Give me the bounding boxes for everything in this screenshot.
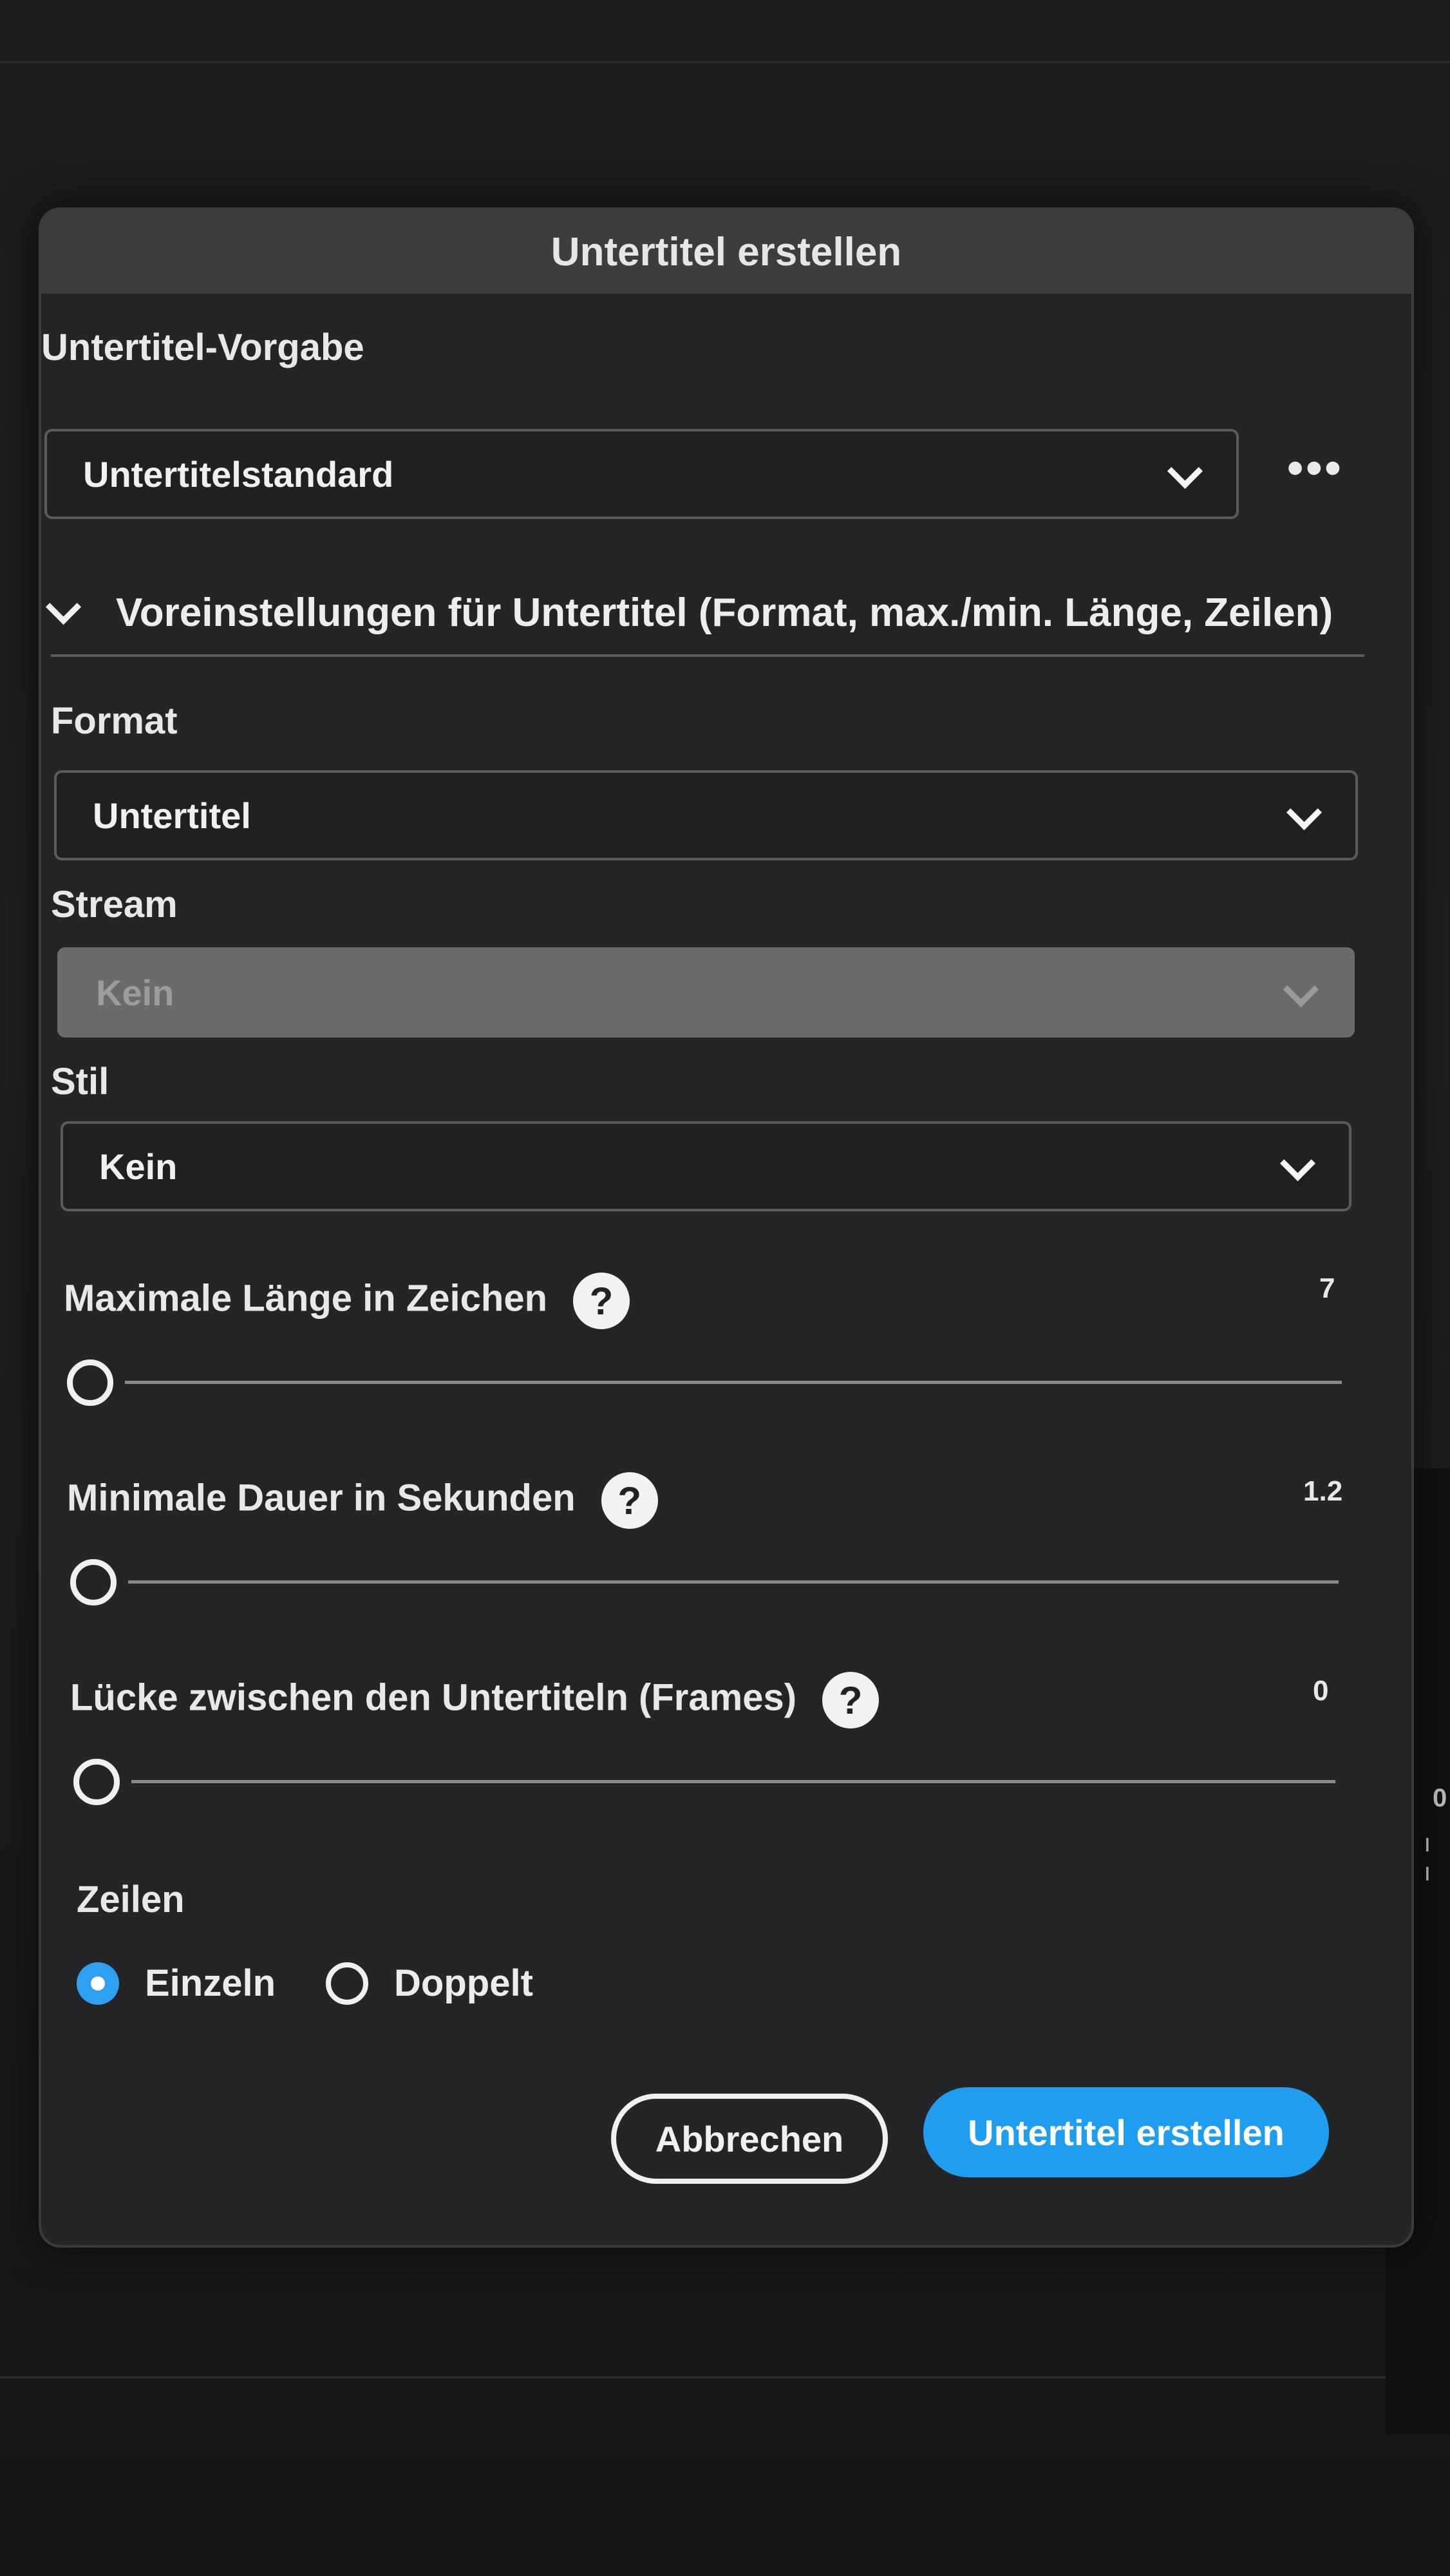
chevron-down-icon xyxy=(1286,794,1323,831)
section-divider xyxy=(51,654,1364,657)
format-select[interactable]: Untertitel xyxy=(54,770,1358,860)
stream-label: Stream xyxy=(51,884,178,925)
min-duration-value: 1.2 xyxy=(1303,1475,1343,1507)
chevron-down-icon xyxy=(45,589,82,625)
dialog-titlebar: Untertitel erstellen xyxy=(41,210,1411,294)
max-length-value: 7 xyxy=(1319,1273,1335,1304)
stream-select-value: Kein xyxy=(96,972,174,1013)
section-title: Voreinstellungen für Untertitel (Format,… xyxy=(116,591,1333,635)
cancel-button[interactable]: Abbrechen xyxy=(611,2094,888,2184)
stream-select: Kein xyxy=(57,947,1355,1037)
create-captions-button[interactable]: Untertitel erstellen xyxy=(923,2087,1329,2177)
gap-slider-track[interactable] xyxy=(131,1780,1335,1783)
gap-label: Lücke zwischen den Untertiteln (Frames)? xyxy=(70,1672,880,1728)
preset-select-value: Untertitelstandard xyxy=(83,453,394,495)
help-icon[interactable]: ? xyxy=(573,1273,630,1329)
radio-dot-icon xyxy=(91,1976,105,1991)
style-label: Stil xyxy=(51,1061,109,1103)
preset-label: Untertitel-Vorgabe xyxy=(41,327,364,368)
chevron-down-icon xyxy=(1279,1145,1316,1182)
preset-select[interactable]: Untertitelstandard xyxy=(44,429,1239,519)
format-label: Format xyxy=(51,700,178,742)
style-select[interactable]: Kein xyxy=(61,1121,1351,1211)
more-options-button[interactable]: ••• xyxy=(1287,442,1344,495)
dialog-title: Untertitel erstellen xyxy=(551,229,902,274)
radio-single[interactable] xyxy=(77,1962,119,2005)
help-icon[interactable]: ? xyxy=(601,1472,658,1529)
caption-settings-toggle[interactable]: Voreinstellungen für Untertitel (Format,… xyxy=(45,589,1333,636)
chevron-down-icon xyxy=(1167,453,1203,489)
gap-value: 0 xyxy=(1313,1675,1329,1707)
background-divider xyxy=(0,61,1450,63)
help-icon[interactable]: ? xyxy=(822,1672,880,1728)
radio-single-label[interactable]: Einzeln xyxy=(145,1962,276,2005)
max-length-slider-track[interactable] xyxy=(125,1381,1342,1384)
radio-double-label[interactable]: Doppelt xyxy=(394,1962,533,2005)
style-select-value: Kein xyxy=(99,1146,178,1187)
radio-double[interactable] xyxy=(326,1962,369,2005)
gap-slider-thumb[interactable] xyxy=(73,1759,120,1805)
format-select-value: Untertitel xyxy=(93,795,251,836)
max-length-label: Maximale Länge in Zeichen? xyxy=(64,1273,630,1329)
min-duration-label: Minimale Dauer in Sekunden? xyxy=(67,1472,658,1529)
max-length-slider-thumb[interactable] xyxy=(67,1359,113,1406)
min-duration-slider-thumb[interactable] xyxy=(70,1559,117,1605)
min-duration-slider-track[interactable] xyxy=(128,1580,1339,1584)
chevron-down-icon xyxy=(1283,971,1319,1008)
timeline-digit: 0 xyxy=(1433,1784,1450,1812)
lines-radio-group: Einzeln Doppelt xyxy=(77,1962,583,2005)
lines-label: Zeilen xyxy=(77,1879,185,1920)
create-captions-dialog: Untertitel erstellen Untertitel-Vorgabe … xyxy=(39,207,1414,2248)
background-divider xyxy=(0,2376,1450,2378)
